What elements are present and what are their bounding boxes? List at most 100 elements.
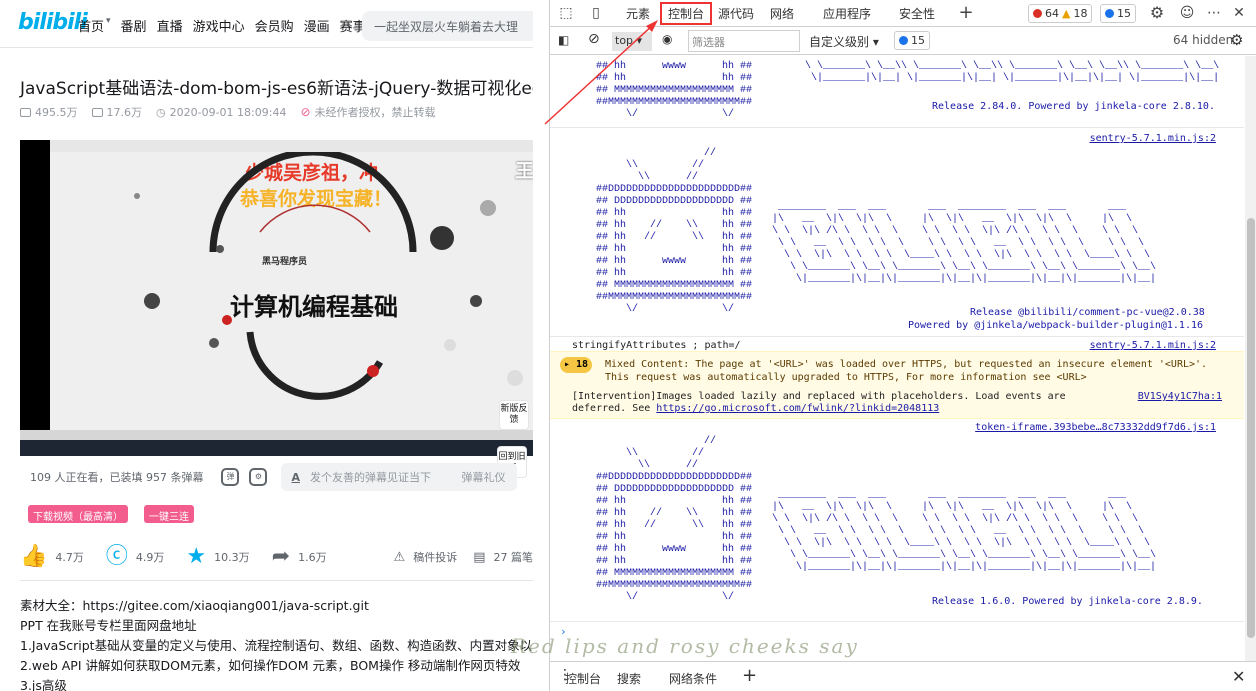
console-settings-icon[interactable]: ⚙ (1230, 31, 1243, 49)
log-release-2: Release @bilibili/comment-pc-vue@2.0.38 (970, 307, 1205, 318)
source-link-sentry-2[interactable]: sentry-5.7.1.min.js:2 (1090, 340, 1216, 351)
ascii-art-logo: // \\ // \\ // ##DDDDDDDDDDDDDDDDDDDDDD#… (596, 436, 753, 603)
settings-gear-icon[interactable]: ⚙ (1149, 5, 1165, 21)
warning-message-group[interactable]: ▸ 18 Mixed Content: The page at '<URL>' … (550, 351, 1244, 419)
message-count: 15 (1117, 7, 1131, 20)
intervention-prefix: deferred. See (572, 403, 657, 414)
nav-item-home[interactable]: 首页 (78, 16, 104, 35)
inspect-element-icon[interactable]: ⬚ (558, 5, 574, 21)
danmaku-stat: 17.6万 (91, 104, 142, 120)
filter-input[interactable]: 筛选器 (688, 30, 800, 52)
new-version-feedback-button[interactable]: 新版反馈 (499, 400, 529, 430)
log-levels-dropdown[interactable]: 自定义级别 ▾ (809, 33, 879, 50)
scrollbar-thumb[interactable] (1247, 218, 1255, 638)
danmaku-bar: 109 人正在看，已装填 957 条弹幕 弹 ⚙ A 发个友善的弹幕见证当下 弹… (20, 462, 533, 492)
video-player[interactable]: 少城吴彦祖，冲 恭喜你发现宝藏！ 王牌 黑马程序员 计算机编程基础 (20, 140, 533, 456)
nav-item-bangumi[interactable]: 番剧 (121, 16, 147, 35)
danmaku-settings-icon[interactable]: ⚙ (249, 468, 268, 486)
thumbs-up-icon: 👍 (20, 544, 48, 569)
desc-line: 素材大全：https://gitee.com/xiaoqiang001/java… (20, 598, 369, 613)
intervention-line-2: deferred. See https://go.microsoft.com/f… (572, 403, 939, 414)
drawer-tab-console[interactable]: 控制台 (565, 670, 601, 691)
like-button[interactable]: 👍 4.7万 (20, 546, 84, 568)
top-nav: 首页 ▾ 番剧 直播 游戏中心 会员购 漫画 赛事 (78, 16, 366, 35)
tab-network[interactable]: 网络 (770, 5, 794, 22)
views-value: 495.5万 (35, 106, 78, 119)
slide-frame: 少城吴彦祖，冲 恭喜你发现宝藏！ 王牌 黑马程序员 计算机编程基础 (50, 152, 533, 430)
report-button[interactable]: ⚠ 稿件投诉 (394, 549, 458, 565)
bubble-7 (444, 339, 456, 351)
close-icon[interactable]: ✕ (1231, 5, 1247, 21)
tab-console[interactable]: 控制台 (660, 2, 713, 25)
notes-button[interactable]: ▤ 27 篇笔 (473, 549, 533, 565)
message-icon (1105, 9, 1114, 18)
live-expression-eye-icon[interactable]: ◉ (662, 32, 672, 46)
devtools-panel: ⬚ ▯ 元素 控制台 源代码 网络 应用程序 安全性 + 64 ▲ 18 15 ⚙… (549, 0, 1256, 691)
warning-count: 18 (1073, 7, 1088, 20)
pane-splitter[interactable] (533, 0, 549, 691)
context-select[interactable]: top ▾ (612, 32, 652, 51)
clear-console-icon[interactable]: ⊘ (588, 31, 600, 47)
action-tags: 下载视频（最高清） 一键三连 (28, 505, 194, 523)
nav-item-live[interactable]: 直播 (157, 16, 183, 35)
views-stat: 495.5万 (20, 104, 78, 120)
warning-icon: ⚠ (393, 549, 406, 565)
message-icon (899, 36, 908, 45)
tab-application[interactable]: 应用程序 (823, 5, 871, 22)
danmaku-input[interactable]: A 发个友善的弹幕见证当下 弹幕礼仪 (281, 463, 518, 491)
download-video-button[interactable]: 下载视频（最高清） (28, 505, 128, 523)
danmaku-etiquette-link[interactable]: 弹幕礼仪 (461, 469, 505, 485)
font-style-icon[interactable]: A (291, 471, 300, 484)
source-link-bv[interactable]: BV1Sy4y1C7ha:1 (1138, 391, 1222, 402)
tab-elements[interactable]: 元素 (626, 5, 650, 22)
share-button[interactable]: ➦ 1.6万 (272, 546, 327, 568)
slide-brand: 黑马程序员 (262, 254, 307, 267)
bubble-3 (470, 295, 482, 307)
issue-counter[interactable]: 64 ▲ 18 (1028, 4, 1093, 23)
warning-line-1: Mixed Content: The page at '<URL>' was l… (605, 359, 1208, 370)
nav-item-game-center[interactable]: 游戏中心 (193, 16, 245, 35)
ascii-art-banner: ________ ___ ___ ___ ________ ___ ___ __… (772, 490, 1157, 573)
ascii-art-banner: ________ ___ ___ ___ ________ ___ ___ __… (772, 202, 1157, 285)
feedback-icon[interactable]: ☺ (1179, 5, 1195, 21)
source-link-token-iframe[interactable]: token-iframe.393bebe…8c73332dd9f7d6.js:1 (975, 422, 1216, 433)
console-scrollbar[interactable] (1245, 56, 1256, 661)
bilibili-logo[interactable]: bilibili (18, 10, 88, 35)
source-link-sentry-1[interactable]: sentry-5.7.1.min.js:2 (1090, 133, 1216, 144)
danmaku-toggle-icon[interactable]: 弹 (221, 468, 240, 486)
drawer-tab-search[interactable]: 搜索 (617, 670, 641, 687)
desc-line: PPT 在我账号专栏里面网盘地址 (20, 618, 197, 633)
bubble-10 (507, 370, 523, 386)
arc-top (209, 152, 417, 253)
message-counter[interactable]: 15 (1100, 4, 1136, 23)
coin-button[interactable]: ⓒ 4.9万 (106, 546, 165, 568)
context-value: top (615, 34, 634, 47)
bubble-5 (209, 338, 219, 348)
search-input[interactable]: 一起坐双层火车躺着去大理 (362, 11, 533, 41)
video-title: JavaScript基础语法-dom-bom-js-es6新语法-jQuery-… (20, 79, 533, 99)
nav-item-mall[interactable]: 会员购 (255, 16, 294, 35)
ascii-art-logo: // \\ // \\ // ##DDDDDDDDDDDDDDDDDDDDDD#… (596, 148, 753, 315)
level-message-counter[interactable]: 15 (894, 31, 930, 50)
triple-action-button[interactable]: 一键三连 (144, 505, 194, 523)
forbidden-icon: ⊘ (300, 105, 311, 119)
arc-bottom (246, 331, 384, 400)
nav-item-manga[interactable]: 漫画 (304, 16, 330, 35)
brand-name: 黑马程序员 (262, 257, 308, 267)
drawer-tab-network-conditions[interactable]: 网络条件 (669, 670, 717, 687)
intervention-line-1: [Intervention]Images loaded lazily and r… (572, 391, 1066, 402)
error-icon (1033, 9, 1042, 18)
slide-title: 计算机编程基础 (230, 293, 398, 321)
player-letterbox (20, 140, 50, 430)
favorite-button[interactable]: ★ 10.3万 (186, 546, 249, 568)
add-drawer-tab-icon[interactable]: + (742, 665, 757, 686)
sidebar-toggle-icon[interactable]: ◧ (558, 33, 569, 47)
device-emulation-icon[interactable]: ▯ (588, 5, 604, 21)
tab-security[interactable]: 安全性 (899, 5, 935, 22)
more-options-icon[interactable]: ⋯ (1206, 5, 1222, 21)
overlay-watermark-text: Red lips and rosy cheeks say (511, 634, 859, 658)
intervention-link[interactable]: https://go.microsoft.com/fwlink/?linkid=… (656, 403, 939, 414)
tab-sources[interactable]: 源代码 (718, 5, 754, 22)
add-tab-icon[interactable]: + (958, 4, 974, 22)
close-drawer-icon[interactable]: ✕ (1232, 667, 1245, 686)
